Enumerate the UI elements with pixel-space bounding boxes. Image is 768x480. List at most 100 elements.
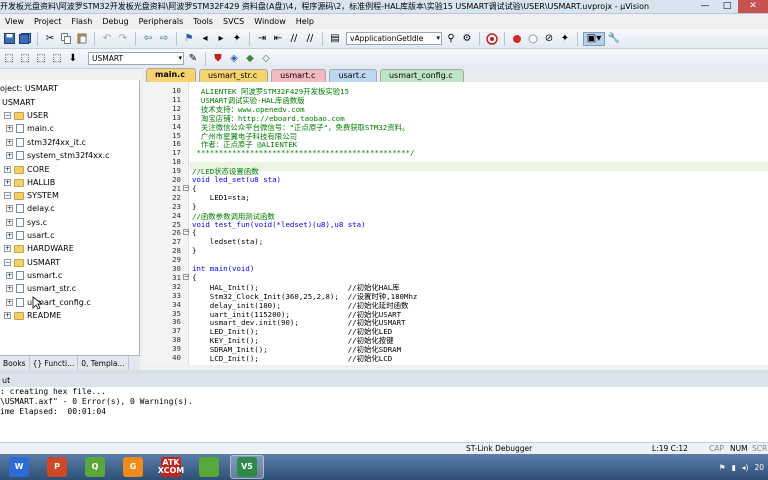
expand-icon[interactable]: +	[6, 285, 13, 292]
expand-icon[interactable]: +	[6, 272, 13, 279]
rebuild-icon[interactable]: ⬚	[34, 52, 48, 66]
save-all-icon[interactable]	[18, 32, 32, 46]
file-extensions-icon[interactable]: ⛊	[211, 52, 225, 66]
code-line[interactable]: int main(void)	[192, 264, 254, 273]
group-hardware[interactable]: + HARDWARE	[4, 242, 74, 255]
volume-icon[interactable]: ◂)	[742, 463, 749, 472]
expand-icon[interactable]: +	[4, 245, 11, 252]
breakpoint-clear-icon[interactable]: ⊘	[542, 32, 556, 46]
menu-help[interactable]: Help	[291, 17, 319, 26]
breakpoint-kill-icon[interactable]: ✦	[558, 32, 572, 46]
menu-tools[interactable]: Tools	[188, 17, 218, 26]
collapse-icon[interactable]: −	[4, 192, 11, 199]
configure-icon[interactable]: 🔧	[607, 32, 621, 46]
editor-tab[interactable]: usmart_str.c	[198, 69, 269, 82]
build-icon[interactable]: ⬚	[18, 52, 32, 66]
code-line[interactable]: }	[192, 202, 196, 211]
group-system[interactable]: − SYSTEM	[4, 189, 59, 202]
editor-tab[interactable]: main.c	[146, 68, 196, 82]
file-item[interactable]: + sys.c	[6, 216, 47, 229]
network-icon[interactable]: ▮	[732, 463, 736, 472]
bookmark-prev-icon[interactable]: ◂	[198, 32, 212, 46]
code-line[interactable]: {	[192, 228, 196, 237]
code-line[interactable]: ledset(sta);	[192, 237, 263, 246]
collapse-icon[interactable]: −	[4, 112, 11, 119]
taskbar-app[interactable]: ATK XCOM	[154, 455, 188, 479]
fold-toggle-icon[interactable]: −	[183, 184, 189, 191]
code-editor[interactable]: 10 11 12 13 14 15 16 17 18 19 20 21−22 23 24 25 26−27 28…	[143, 82, 768, 365]
expand-icon[interactable]: +	[6, 125, 13, 132]
bookmark-icon[interactable]: ⚑	[182, 32, 196, 46]
expand-icon[interactable]: +	[6, 299, 13, 306]
menu-debug[interactable]: Debug	[97, 17, 133, 26]
code-line[interactable]: ****************************************…	[192, 148, 414, 157]
bookmark-clear-icon[interactable]: ✦	[230, 32, 244, 46]
pack-installer-icon[interactable]: ◆	[243, 52, 257, 66]
redo-icon[interactable]: ↷	[116, 32, 130, 46]
code-line[interactable]: {	[192, 273, 196, 282]
fold-toggle-icon[interactable]: −	[183, 273, 189, 280]
minimize-button[interactable]: —	[694, 0, 716, 13]
cut-icon[interactable]: ✂	[43, 32, 57, 46]
code-line[interactable]: void led_set(u8 sta)	[192, 175, 281, 184]
expand-icon[interactable]: +	[6, 152, 13, 159]
comment-icon[interactable]: //	[287, 32, 301, 46]
batch-build-icon[interactable]: ⬚	[50, 52, 64, 66]
menu-flash[interactable]: Flash	[66, 17, 97, 26]
editor-tab[interactable]: usmart.c	[271, 69, 327, 82]
menu-view[interactable]: View	[0, 17, 29, 26]
indent-icon[interactable]: ⇥	[255, 32, 269, 46]
file-item[interactable]: + usmart.c	[6, 269, 62, 282]
group-readme[interactable]: + README	[4, 309, 61, 322]
expand-icon[interactable]: +	[4, 312, 11, 319]
compile-icon[interactable]: ⬚	[2, 52, 16, 66]
uncomment-icon[interactable]: //	[303, 32, 317, 46]
flag-icon[interactable]: ⚑	[719, 463, 726, 472]
taskbar-app[interactable]	[192, 455, 226, 479]
taskbar-app[interactable]: Q	[78, 455, 112, 479]
code-line[interactable]: }	[192, 246, 196, 255]
download-icon[interactable]: ⬇	[66, 52, 80, 66]
file-item[interactable]: + stm32f4xx_it.c	[6, 136, 86, 149]
code-line[interactable]: void test_fun(void(*ledset)(u8),u8 sta)	[192, 220, 366, 229]
tab-templates[interactable]: 0, Templa...	[78, 356, 129, 370]
code-line[interactable]: LCD_Init(); //初始化LCD	[192, 353, 392, 364]
taskbar-app[interactable]: V5	[230, 455, 264, 479]
function-combo[interactable]: vApplicationGetIdle ▾	[346, 32, 442, 45]
menu-peripherals[interactable]: Peripherals	[134, 17, 189, 26]
file-item[interactable]: + usart.c	[6, 229, 55, 242]
clock[interactable]: 20	[754, 463, 764, 472]
fold-toggle-icon[interactable]: −	[183, 229, 189, 236]
target-node[interactable]: USMART	[2, 96, 35, 109]
copy-icon[interactable]	[59, 32, 73, 46]
group-core[interactable]: + CORE	[4, 163, 50, 176]
close-button[interactable]: ✕	[738, 0, 768, 13]
target-options-icon[interactable]: ✎	[186, 52, 200, 66]
tab-functions[interactable]: {} Functi...	[30, 356, 79, 370]
undo-icon[interactable]: ↶	[100, 32, 114, 46]
code-line[interactable]: {	[192, 184, 196, 193]
collapse-icon[interactable]: −	[4, 259, 11, 266]
editor-tab[interactable]: usart.c	[329, 69, 377, 82]
save-icon[interactable]	[2, 32, 16, 46]
expand-icon[interactable]: +	[6, 139, 13, 146]
taskbar-app[interactable]: G	[116, 455, 150, 479]
nav-forward-icon[interactable]: ⇨	[157, 32, 171, 46]
incremental-find-icon[interactable]: ⚙	[460, 32, 474, 46]
taskbar-app[interactable]: P	[40, 455, 74, 479]
paste-icon[interactable]	[75, 32, 89, 46]
manage-components-icon[interactable]: ◈	[227, 52, 241, 66]
unindent-icon[interactable]: ⇤	[271, 32, 285, 46]
file-item[interactable]: + usmart_config.c	[6, 296, 91, 309]
bookmark-next-icon[interactable]: ▸	[214, 32, 228, 46]
group-usmart[interactable]: − USMART	[4, 256, 60, 269]
find-in-files-icon[interactable]: ⚲	[444, 32, 458, 46]
group-user[interactable]: − USER	[4, 109, 49, 122]
select-packs-icon[interactable]: ◇	[259, 52, 273, 66]
file-item[interactable]: + delay.c	[6, 202, 55, 215]
project-root[interactable]: oject: USMART	[0, 82, 58, 95]
target-combo[interactable]: USMART ▾	[88, 52, 184, 65]
find-icon[interactable]: ▤	[328, 32, 342, 46]
expand-icon[interactable]: +	[4, 166, 11, 173]
nav-back-icon[interactable]: ⇦	[141, 32, 155, 46]
